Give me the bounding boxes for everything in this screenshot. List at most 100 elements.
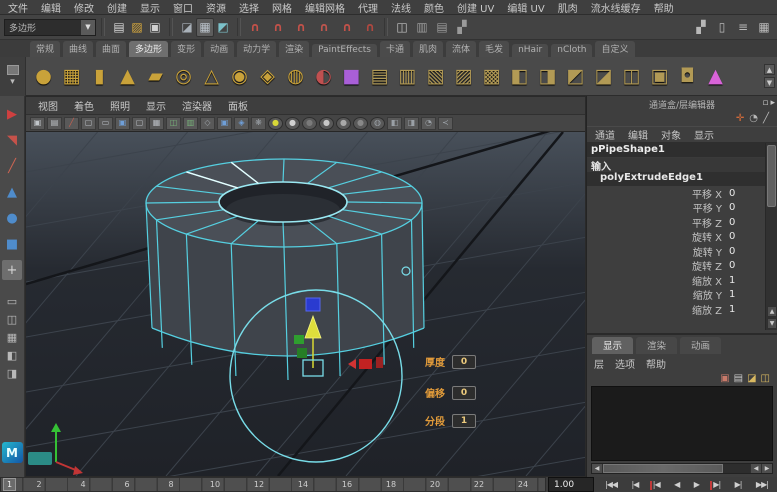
isolate-select-icon[interactable]: ◧ (387, 117, 402, 130)
modeling-toolkit-toggle-icon[interactable]: ▦ (755, 18, 773, 37)
layout-split-right-icon[interactable]: ◨ (2, 366, 22, 381)
bookmark-icon[interactable]: ▢ (81, 117, 96, 130)
menu-item[interactable]: 资源 (206, 0, 226, 15)
channel-box-menu-item[interactable]: 显示 (694, 127, 714, 142)
interactive-split-icon[interactable]: ◩ (562, 60, 589, 93)
tool-settings-toggle-icon[interactable]: ▞ (692, 18, 710, 37)
select-camera-icon[interactable]: ▣ (30, 117, 45, 130)
new-scene-icon[interactable]: ▤ (110, 18, 128, 37)
render-settings-icon[interactable]: ▞ (453, 18, 471, 37)
grid-toggle-icon[interactable]: ▦ (149, 117, 164, 130)
use-all-lights-icon[interactable]: ● (319, 117, 334, 130)
menu-item[interactable]: 编辑 UV (507, 0, 544, 15)
motion-blur-icon[interactable]: ◍ (370, 117, 385, 130)
play-backwards-button[interactable]: ◀ (672, 480, 681, 489)
menu-item[interactable]: 窗口 (173, 0, 193, 15)
shelf-tab[interactable]: 卡通 (380, 41, 410, 57)
layer-editor-menu-item[interactable]: 层 (594, 356, 604, 371)
shaded-mode-icon[interactable]: ● (285, 117, 300, 130)
quad-draw-icon[interactable]: ◘ (674, 60, 701, 93)
menu-item[interactable]: 选择 (239, 0, 259, 15)
layer-options-icon[interactable]: ◫ (761, 373, 770, 384)
poly-cone-icon[interactable]: ▲ (114, 60, 141, 93)
menu-item[interactable]: 法线 (391, 0, 411, 15)
menu-item[interactable]: 文件 (8, 0, 28, 15)
menu-set-dropdown[interactable]: 多边形 ▼ (4, 19, 96, 36)
step-back-key-button[interactable]: |◀ (651, 480, 662, 489)
xray-icon[interactable]: ◨ (404, 117, 419, 130)
step-back-frame-button[interactable]: |◀ (629, 480, 640, 489)
channel-box-menu-item[interactable]: 编辑 (628, 127, 648, 142)
snap-to-grids-icon[interactable]: ∩ (246, 18, 264, 37)
camera-attributes-icon[interactable]: ╱ (64, 117, 79, 130)
construction-history-icon[interactable]: ▤ (433, 18, 451, 37)
smooth-icon[interactable]: ■ (338, 60, 365, 93)
append-polygon-icon[interactable]: ▧ (422, 60, 449, 93)
two-d-pan-zoom-icon[interactable]: ▣ (115, 117, 130, 130)
status-line-separator[interactable] (384, 18, 388, 36)
shelf-tab[interactable]: 曲面 (96, 41, 126, 57)
scrollbar-thumb[interactable] (603, 464, 723, 473)
open-scene-icon[interactable]: ▨ (128, 18, 146, 37)
attribute-value-field[interactable]: 0 (729, 188, 765, 199)
step-forward-key-button[interactable]: ▶| (711, 480, 722, 489)
menu-item[interactable]: 编辑网格 (305, 0, 345, 15)
viewport-canvas[interactable]: 厚度 0 偏移 0 分段 1 (26, 132, 585, 476)
snap-to-points-icon[interactable]: ∩ (292, 18, 310, 37)
layer-editor-tab[interactable]: 显示 (592, 337, 633, 354)
status-line-separator[interactable] (169, 18, 173, 36)
manipulator-axis-icon[interactable]: ✛ (736, 113, 744, 124)
current-frame-field[interactable]: 1.00 (548, 477, 594, 492)
poly-pyramid-icon[interactable]: △ (198, 60, 225, 93)
bevel-icon[interactable]: ◫ (618, 60, 645, 93)
menu-item[interactable]: 显示 (140, 0, 160, 15)
panel-menu-item[interactable]: 渲染器 (182, 98, 212, 113)
select-component-icon[interactable]: ◩ (214, 18, 232, 37)
poly-soccer-ball-icon[interactable]: ◍ (282, 60, 309, 93)
shelf-tab[interactable]: 肌肉 (413, 41, 443, 57)
last-tool-used-icon[interactable]: + (2, 260, 22, 280)
scroll-left-icon[interactable]: ◀ (750, 464, 761, 473)
menu-item[interactable]: 帮助 (654, 0, 674, 15)
speed-control-icon[interactable]: ◔ (749, 113, 758, 124)
input-connections-icon[interactable]: ◫ (393, 18, 411, 37)
attribute-value-field[interactable]: 0 (729, 260, 765, 271)
extrude-icon[interactable]: ▤ (366, 60, 393, 93)
dock-icon[interactable]: ▫ (762, 98, 768, 108)
attribute-value-field[interactable]: 0 (729, 246, 765, 257)
shelf-menu-button[interactable]: ▾ (0, 57, 26, 96)
step-forward-frame-button[interactable]: ▶| (733, 480, 744, 489)
offset-edge-loop-icon[interactable]: ◧ (506, 60, 533, 93)
layout-persp-outliner-icon[interactable]: ▦ (2, 330, 22, 345)
menu-item[interactable]: 修改 (74, 0, 94, 15)
play-forwards-button[interactable]: ▶ (692, 480, 701, 489)
go-to-end-button[interactable]: ▶▶| (754, 480, 770, 489)
expand-icon[interactable]: ▸ (770, 98, 775, 108)
split-polygon-icon[interactable]: ▨ (450, 60, 477, 93)
image-plane-icon[interactable]: ▭ (98, 117, 113, 130)
gamma-icon[interactable]: ≺ (438, 117, 453, 130)
shelf-tab[interactable]: 自定义 (595, 41, 634, 57)
shelf-tab[interactable]: 动画 (204, 41, 234, 57)
attribute-value-field[interactable]: 1 (729, 304, 765, 315)
attribute-editor-toggle-icon[interactable]: ▯ (713, 18, 731, 37)
shelf-tab[interactable]: 曲线 (63, 41, 93, 57)
scroll-right-icon[interactable]: ▶ (761, 464, 772, 473)
scroll-down-icon[interactable]: ▼ (767, 318, 777, 329)
crease-icon[interactable]: ▣ (646, 60, 673, 93)
channel-box-menu-item[interactable]: 通道 (595, 127, 615, 142)
gate-mask-icon[interactable]: ◇ (200, 117, 215, 130)
status-line-separator[interactable] (237, 18, 241, 36)
layer-list[interactable] (591, 386, 773, 461)
panel-menu-item[interactable]: 照明 (110, 98, 130, 113)
layer-editor-tab[interactable]: 渲染 (636, 337, 677, 354)
shelf-scroll-down-icon[interactable]: ▼ (764, 77, 775, 88)
go-to-start-button[interactable]: |◀◀ (603, 480, 619, 489)
poly-pipe-icon[interactable]: ◉ (226, 60, 253, 93)
shelf-tab[interactable]: 变形 (171, 41, 201, 57)
object-name[interactable]: pPipeShape1 (587, 143, 765, 158)
select-tool-icon[interactable]: ▶ (2, 104, 22, 124)
menu-item[interactable]: 网格 (272, 0, 292, 15)
shelf-tab[interactable]: 毛发 (479, 41, 509, 57)
attribute-value-field[interactable]: 0 (729, 231, 765, 242)
